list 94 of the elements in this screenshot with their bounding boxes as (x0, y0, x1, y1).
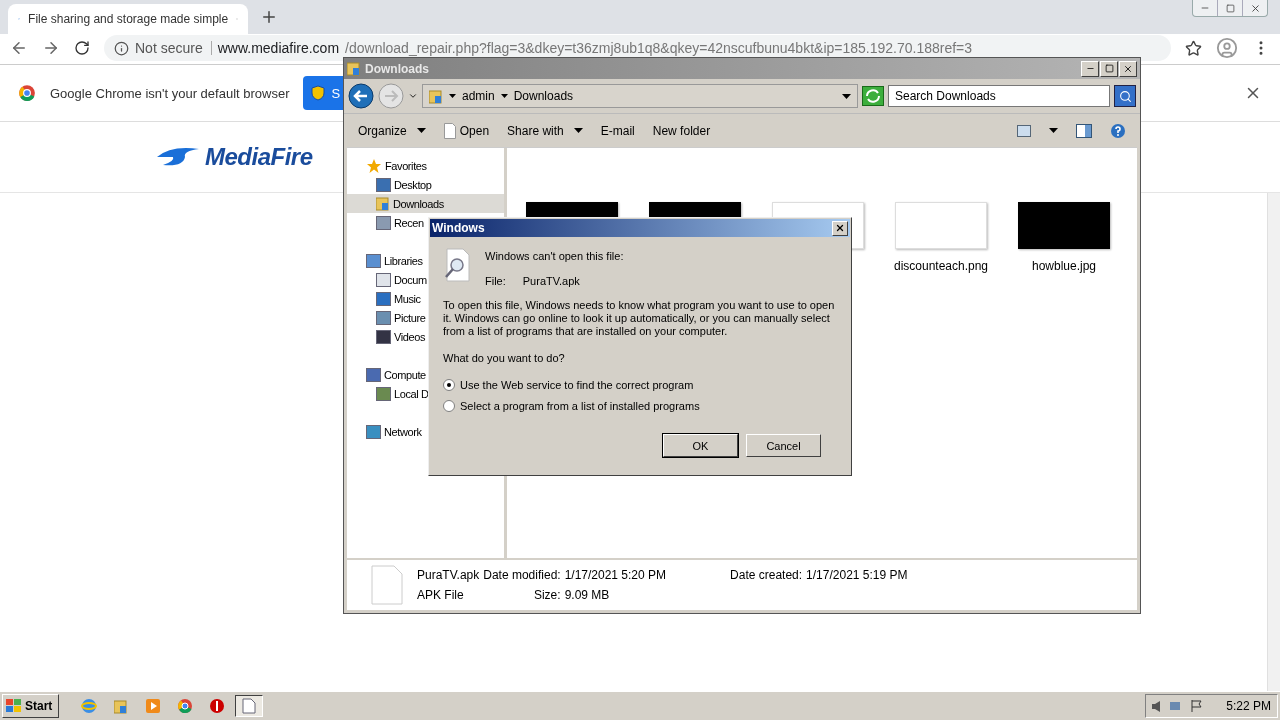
stop-icon (209, 698, 226, 714)
start-button[interactable]: Start (2, 694, 60, 718)
breadcrumb-item[interactable]: Downloads (513, 89, 574, 103)
search-field[interactable]: Search Downloads (888, 85, 1110, 107)
star-icon (366, 157, 382, 174)
back-button[interactable] (348, 83, 374, 109)
dialog-button[interactable]: Cancel (746, 434, 821, 457)
item-icon (376, 329, 391, 344)
logo: MediaFire (205, 143, 313, 171)
caret-icon (449, 94, 456, 98)
network-icon (1168, 699, 1183, 713)
globe-icon (81, 698, 98, 714)
default-browser-button[interactable]: S (303, 76, 344, 110)
caret-icon (500, 94, 508, 98)
dialog-question: What do you want to do? (443, 352, 566, 364)
detail-value: 9.09 MB (564, 588, 611, 602)
detail-value: 1/17/2021 5:19 PM (806, 568, 908, 582)
nav-item[interactable]: Network (347, 422, 504, 441)
chrome-icon (177, 698, 194, 714)
detail-value: 1/17/2021 5:20 PM (564, 568, 667, 582)
history-icon[interactable] (408, 91, 418, 101)
file-label: File: (485, 275, 506, 287)
item-icon (366, 367, 381, 382)
detail-label: Date created: (730, 568, 803, 582)
nav-item[interactable]: Downloads (347, 194, 504, 213)
shield-icon (311, 85, 326, 101)
dialog-button[interactable]: OK (663, 434, 738, 457)
windows-logo-icon (6, 699, 22, 713)
toolbar-button[interactable]: New folder (652, 123, 711, 138)
toolbar-button[interactable]: Open (443, 122, 490, 139)
maximize-button[interactable] (1100, 60, 1118, 77)
reload-icon[interactable] (74, 40, 90, 56)
info-icon (114, 40, 129, 56)
folder-icon (347, 61, 361, 76)
nav-item[interactable]: Favorites (347, 156, 504, 175)
play-icon (145, 698, 162, 714)
detail-label: Size: (532, 588, 561, 602)
item-icon (376, 215, 391, 230)
chrome-icon (18, 84, 36, 102)
folder-icon (376, 196, 390, 211)
refresh-icon[interactable] (862, 86, 884, 106)
nav-item[interactable]: Desktop (347, 175, 504, 194)
browser-tab[interactable]: File sharing and storage made simple (8, 4, 248, 34)
file-type: APK File (417, 588, 465, 602)
dialog-message: To open this file, Windows needs to know what program you want to use to open it. Windows can go online to look it up automatically, or you can manually select from a list of programs that are installed on your computer. (443, 299, 836, 338)
view-icon[interactable] (1017, 124, 1031, 137)
toolbar-button[interactable]: E-mail (600, 123, 635, 138)
search-button[interactable] (1114, 85, 1136, 107)
clock: 5:22 PM (1226, 699, 1271, 713)
radio-option[interactable]: Select a program from a list of installed programs (443, 395, 837, 416)
folder-icon (429, 88, 443, 104)
help-icon[interactable] (1110, 122, 1126, 139)
preview-pane-icon[interactable] (1076, 123, 1092, 138)
window-title: Downloads (365, 61, 429, 76)
file-name[interactable]: howblue.jpg (1031, 259, 1097, 273)
item-icon (366, 253, 381, 268)
item-icon (376, 291, 391, 306)
breadcrumb-bar[interactable]: admin Downloads (422, 84, 858, 108)
radio-option[interactable]: Use the Web service to find the correct program (443, 374, 837, 395)
toolbar-button[interactable]: Share with (507, 123, 583, 138)
item-icon (376, 310, 391, 325)
document-icon (443, 122, 456, 139)
back-icon[interactable] (10, 39, 28, 57)
taskbar-app[interactable] (235, 695, 264, 717)
new-tab-icon[interactable] (260, 8, 278, 26)
file-search-icon (443, 248, 471, 282)
file-name: PuraTV.apk (522, 275, 580, 287)
item-icon (376, 386, 391, 401)
item-icon (366, 424, 381, 439)
flag-icon (1190, 699, 1205, 713)
search-icon (1118, 89, 1132, 103)
profile-icon[interactable] (1216, 37, 1238, 59)
file-name[interactable]: discounteach.png (893, 259, 989, 273)
toolbar-button[interactable]: Organize (358, 123, 426, 138)
speaker-icon (1152, 700, 1161, 712)
restore-icon (1225, 3, 1235, 13)
detail-label: Date modified: (483, 568, 561, 582)
file-thumbnail[interactable] (1018, 202, 1110, 249)
folder-icon (114, 698, 129, 714)
bookmark-icon[interactable] (1185, 39, 1202, 57)
breadcrumb-item[interactable]: admin (462, 89, 495, 103)
file-name: PuraTV.apk (417, 568, 480, 582)
dialog-heading: Windows can't open this file: (485, 250, 624, 262)
document-icon (242, 698, 257, 714)
infobar-message: Google Chrome isn't your default browser (50, 85, 290, 101)
item-icon (376, 272, 391, 287)
document-icon (371, 565, 403, 605)
maximize-icon (1104, 64, 1114, 73)
minimize-button[interactable] (1081, 60, 1099, 77)
caret-icon[interactable] (842, 93, 851, 99)
forward-icon[interactable] (42, 39, 60, 57)
caret-icon[interactable] (1049, 128, 1058, 133)
dialog-title: Windows (432, 221, 485, 235)
item-icon (376, 177, 391, 192)
